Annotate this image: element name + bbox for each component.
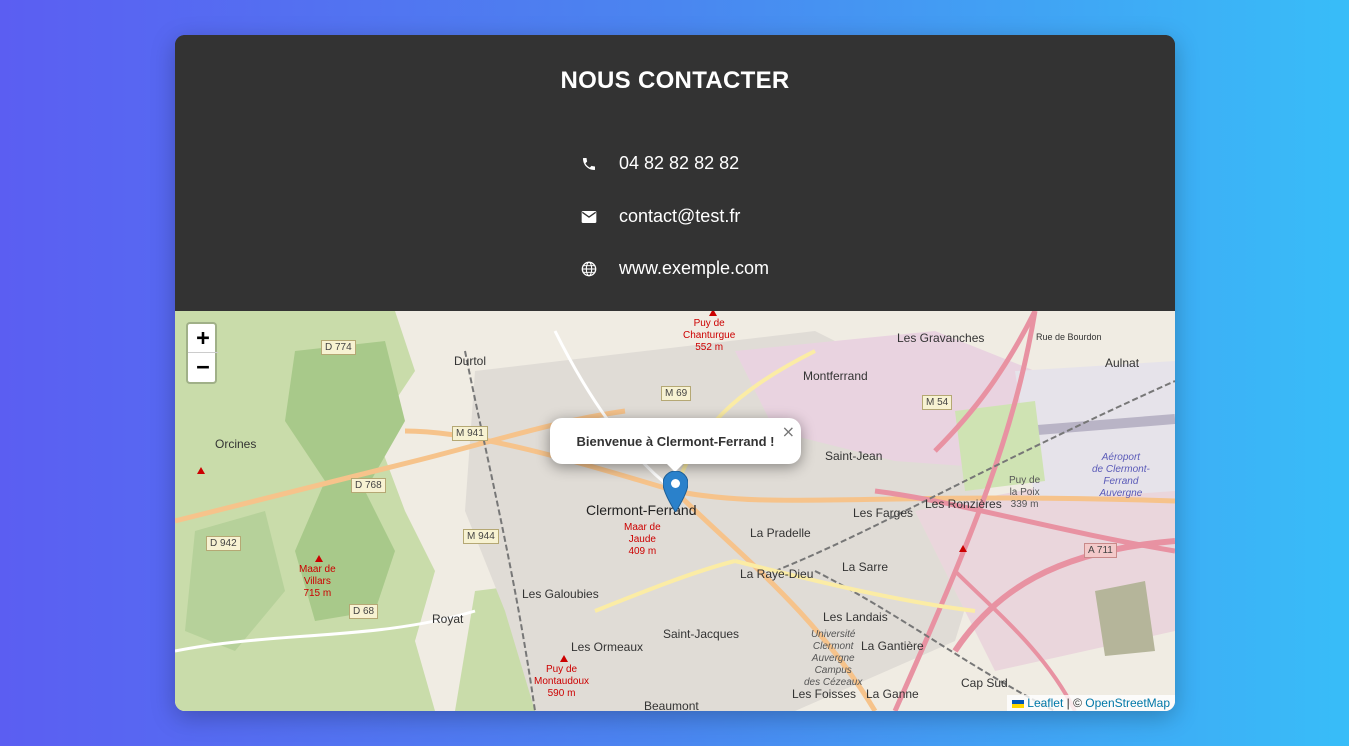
- zoom-out-button[interactable]: −: [188, 353, 218, 382]
- peak-icon: [197, 467, 205, 474]
- place-label: Les Foisses: [792, 687, 857, 701]
- place-label: Beaumont: [644, 699, 699, 711]
- road-shield: D 768: [351, 478, 386, 493]
- contact-header: NOUS CONTACTER 04 82 82 82 82 contact@te…: [175, 35, 1175, 311]
- place-label: Cap Sud: [961, 676, 1008, 690]
- campus-label: Université Clermont Auvergne Campus des …: [804, 629, 863, 688]
- place-label: Les Galoubies: [522, 587, 599, 601]
- road-shield: M 69: [661, 386, 692, 401]
- peak-icon: [709, 311, 717, 316]
- email-row: contact@test.fr: [579, 206, 740, 227]
- email-address[interactable]: contact@test.fr: [619, 206, 740, 227]
- place-label: Aulnat: [1105, 356, 1140, 370]
- road-shield: M 54: [922, 395, 953, 410]
- road-shield: D 68: [349, 604, 379, 619]
- website-row: www.exemple.com: [579, 258, 769, 279]
- popup-text: Bienvenue à Clermont-Ferrand !: [576, 434, 775, 449]
- place-label: La Gantière: [861, 639, 924, 653]
- place-label: Royat: [432, 612, 464, 626]
- place-label: La Sarre: [842, 560, 889, 574]
- place-label: La Ganne: [866, 687, 919, 701]
- airport-label: Aéroport de Clermont- Ferrand Auvergne: [1092, 452, 1150, 499]
- peak-label: Puy de Chanturgue 552 m: [683, 318, 736, 353]
- peak-label: Maar de Jaude 409 m: [624, 522, 661, 557]
- place-label: Les Gravanches: [897, 331, 985, 345]
- peak-icon: [560, 655, 568, 662]
- place-label: La Raye-Dieu: [740, 567, 814, 581]
- peak-icon: [959, 545, 967, 552]
- map-view[interactable]: Clermont-Ferrand Durtol Montferrand Les …: [175, 311, 1175, 711]
- peak-label: Maar de Villars 715 m: [299, 564, 336, 599]
- place-label: Les Farges: [853, 506, 914, 520]
- place-label: Saint-Jacques: [663, 627, 740, 641]
- envelope-icon: [579, 207, 599, 227]
- peak-label: Puy de Montaudoux 590 m: [534, 664, 590, 699]
- phone-row: 04 82 82 82 82: [579, 153, 739, 174]
- map-attribution: Leaflet | © OpenStreetMap: [1006, 695, 1175, 711]
- attribution-separator: | ©: [1063, 696, 1086, 710]
- contact-card: NOUS CONTACTER 04 82 82 82 82 contact@te…: [175, 35, 1175, 711]
- place-label: Rue de Bourdon: [1036, 332, 1102, 342]
- place-label: Durtol: [454, 354, 487, 368]
- road-shield: A 711: [1084, 543, 1117, 558]
- map-popup: Bienvenue à Clermont-Ferrand ! ×: [550, 418, 801, 472]
- place-label: Les Landais: [823, 610, 888, 624]
- ukraine-flag-icon: [1011, 699, 1024, 708]
- peak-icon: [315, 555, 323, 562]
- osm-link[interactable]: OpenStreetMap: [1085, 696, 1170, 710]
- place-label: La Pradelle: [750, 526, 811, 540]
- close-icon[interactable]: ×: [782, 422, 795, 441]
- place-label: Saint-Jean: [825, 449, 883, 463]
- phone-icon: [579, 154, 599, 174]
- phone-number[interactable]: 04 82 82 82 82: [619, 153, 739, 174]
- map-marker-icon[interactable]: [662, 470, 689, 517]
- leaflet-link[interactable]: Leaflet: [1027, 696, 1063, 710]
- website-url[interactable]: www.exemple.com: [619, 258, 769, 279]
- place-label: Montferrand: [803, 369, 868, 383]
- place-label: Les Ronzières: [925, 497, 1002, 511]
- globe-icon: [579, 259, 599, 279]
- road-shield: D 774: [321, 340, 356, 355]
- zoom-in-button[interactable]: +: [188, 324, 218, 353]
- road-shield: M 944: [463, 529, 499, 544]
- place-label: Orcines: [215, 437, 257, 451]
- peak-label: Puy de la Poix 339 m: [1009, 475, 1041, 510]
- zoom-control: + −: [186, 322, 218, 384]
- page-title: NOUS CONTACTER: [560, 67, 790, 94]
- road-shield: D 942: [206, 536, 241, 551]
- place-label: Les Ormeaux: [571, 640, 644, 654]
- road-shield: M 941: [452, 426, 488, 441]
